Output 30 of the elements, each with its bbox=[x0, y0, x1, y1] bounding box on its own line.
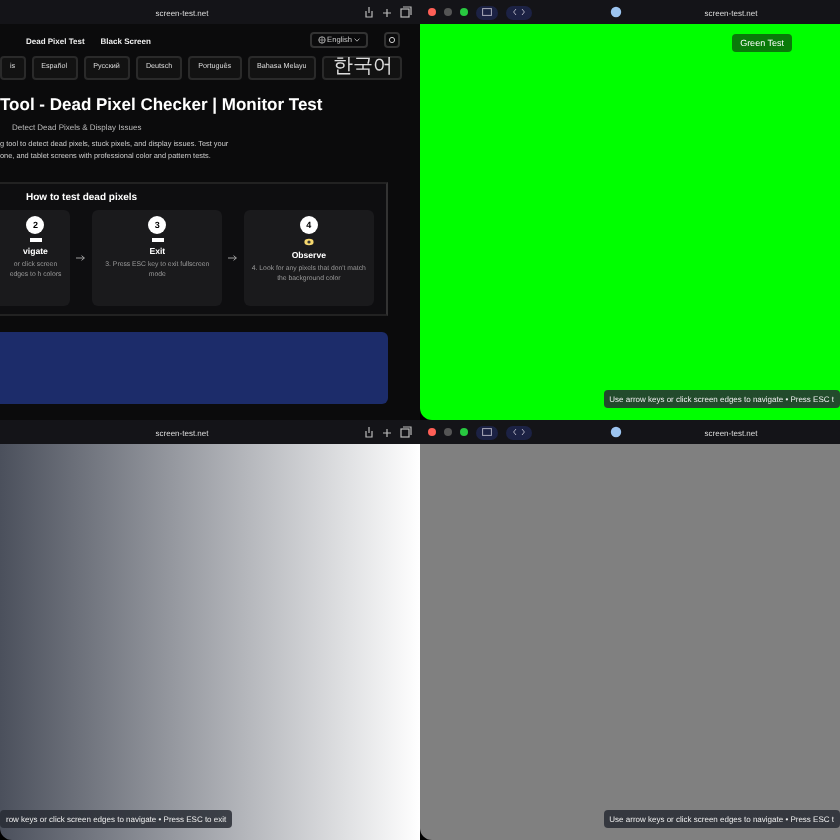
chevrons-icon bbox=[512, 8, 526, 16]
minus-icon bbox=[29, 238, 42, 243]
eye-icon bbox=[303, 238, 314, 247]
zoom-dot-icon[interactable] bbox=[460, 428, 468, 436]
page-title: Tool - Dead Pixel Checker | Monitor Test bbox=[0, 92, 325, 114]
tabs-icon[interactable] bbox=[400, 426, 412, 438]
close-dot-icon[interactable] bbox=[428, 8, 436, 16]
sidebar-toggle-button[interactable] bbox=[476, 425, 498, 439]
theme-toggle-button[interactable] bbox=[384, 32, 400, 48]
arrow-right-icon bbox=[76, 254, 87, 263]
sidebar-icon bbox=[482, 8, 492, 16]
arrow-right-icon bbox=[228, 254, 238, 263]
language-chip[interactable]: 한국어 bbox=[322, 56, 403, 80]
back-forward-button[interactable] bbox=[506, 5, 532, 19]
minus-icon bbox=[151, 238, 164, 243]
sidebar-icon bbox=[482, 428, 492, 436]
zoom-dot-icon[interactable] bbox=[460, 8, 468, 16]
circle-icon bbox=[388, 36, 396, 44]
back-forward-button[interactable] bbox=[506, 425, 532, 439]
tabs-icon[interactable] bbox=[400, 6, 412, 18]
minimize-dot-icon[interactable] bbox=[444, 8, 452, 16]
chevrons-icon bbox=[512, 428, 526, 436]
minimize-dot-icon[interactable] bbox=[444, 428, 452, 436]
plus-icon[interactable] bbox=[382, 7, 392, 17]
close-dot-icon[interactable] bbox=[428, 428, 436, 436]
share-icon[interactable] bbox=[364, 426, 374, 438]
sidebar-toggle-button[interactable] bbox=[476, 5, 498, 19]
share-icon[interactable] bbox=[364, 6, 374, 18]
plus-icon[interactable] bbox=[382, 427, 392, 437]
caret-icon bbox=[354, 38, 360, 42]
